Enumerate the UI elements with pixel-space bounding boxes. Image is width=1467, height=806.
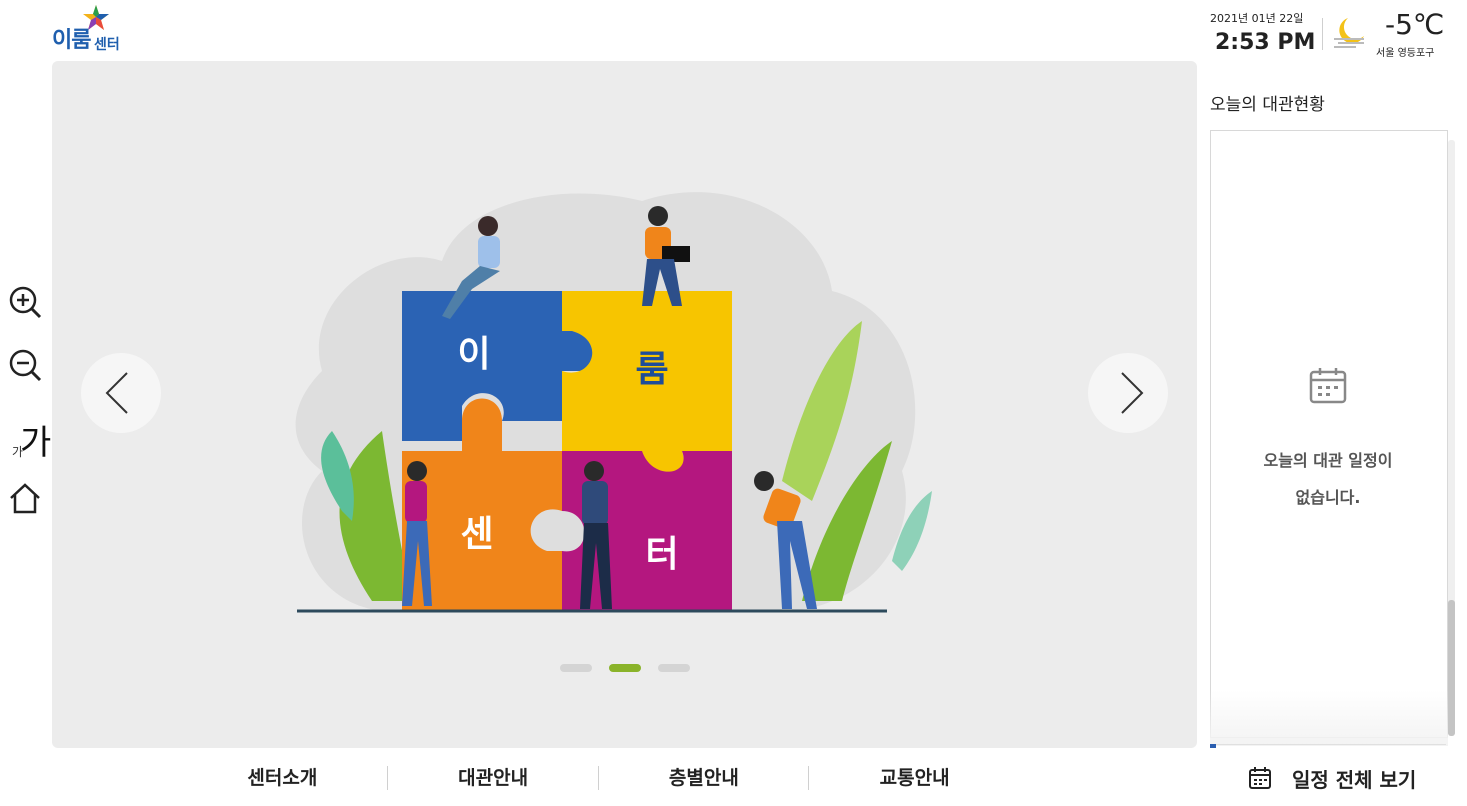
calendar-icon xyxy=(1249,767,1271,789)
nav-item-center-intro[interactable]: 센터소개 xyxy=(177,760,388,796)
slider-prev-button[interactable] xyxy=(81,353,161,433)
main-slider: 이 룸 센 터 xyxy=(52,61,1197,748)
moon-fog-icon xyxy=(1334,18,1364,48)
bottom-nav: 센터소개 대관안내 층별안내 교통안내 xyxy=(177,760,1020,796)
slide-letter-1: 이 xyxy=(457,334,490,375)
slide-letter-2: 룸 xyxy=(635,349,668,390)
panel-indicator xyxy=(1210,744,1216,748)
slider-next-button[interactable] xyxy=(1088,353,1168,433)
nav-item-label: 교통안내 xyxy=(879,767,950,789)
slide-illustration: 이 룸 센 터 xyxy=(295,192,932,613)
slide-letter-4: 터 xyxy=(645,534,678,575)
home-icon[interactable] xyxy=(8,481,42,515)
chevron-right-icon xyxy=(1121,372,1144,414)
font-size-large: 가 xyxy=(20,423,52,463)
zoom-out-icon[interactable] xyxy=(8,348,42,382)
view-all-schedule-button[interactable]: 일정 전체 보기 xyxy=(1248,760,1416,796)
view-all-label: 일정 전체 보기 xyxy=(1292,767,1417,792)
nav-item-directions[interactable]: 교통안내 xyxy=(809,760,1020,796)
logo-text-sub: 센터 xyxy=(94,37,120,53)
nav-item-label: 대관안내 xyxy=(458,767,529,789)
nav-item-floor-guide[interactable]: 층별안내 xyxy=(599,760,810,796)
chevron-left-icon xyxy=(105,372,128,414)
current-time: 2:53 PM xyxy=(1215,30,1316,55)
logo-text-main: 이룸 xyxy=(52,28,91,53)
empty-message-line-2: 없습니다. xyxy=(1295,488,1361,507)
slide-letter-3: 센 xyxy=(460,514,493,555)
header-divider xyxy=(1322,18,1323,50)
schedule-panel xyxy=(1210,130,1448,738)
calendar-icon xyxy=(1309,368,1347,404)
empty-schedule-message: 오늘의 대관 일정이 없습니다. xyxy=(1210,442,1446,516)
slider-dot-3[interactable] xyxy=(658,664,690,672)
panel-fade xyxy=(1210,690,1448,746)
font-size-toggle[interactable]: 가 가 xyxy=(8,415,51,463)
slider-dot-1[interactable] xyxy=(560,664,592,672)
slider-dot-2[interactable] xyxy=(609,664,641,672)
slider-pagination xyxy=(560,664,690,672)
empty-message-line-1: 오늘의 대관 일정이 xyxy=(1263,451,1393,470)
panel-title: 오늘의 대관현황 xyxy=(1210,95,1325,115)
font-size-small: 가 xyxy=(12,445,24,459)
panel-divider xyxy=(1210,744,1446,745)
nav-item-label: 층별안내 xyxy=(668,767,739,789)
nav-item-rental-info[interactable]: 대관안내 xyxy=(388,760,599,796)
nav-item-label: 센터소개 xyxy=(247,767,318,789)
logo[interactable]: 이룸 센터 xyxy=(52,4,142,56)
temperature: -5℃ xyxy=(1385,8,1445,41)
zoom-in-icon[interactable] xyxy=(8,285,42,319)
panel-scrollbar-thumb[interactable] xyxy=(1448,600,1455,736)
current-date: 2021년 01년 22일 xyxy=(1210,12,1304,25)
weather-location: 서울 영등포구 xyxy=(1376,48,1435,59)
